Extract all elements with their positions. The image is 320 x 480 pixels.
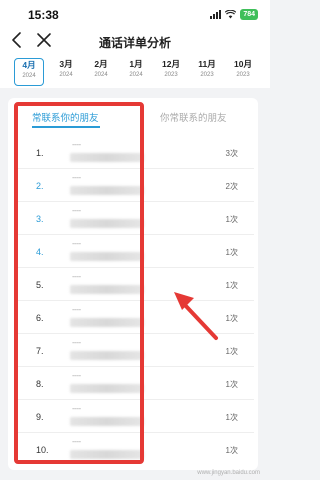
month-label: 3月 [59,59,73,69]
month-tab-2024-02[interactable]: 2月 2024 [86,58,116,86]
month-label: 12月 [162,59,180,69]
call-count: 1次 [225,413,238,422]
month-label: 11月 [198,59,216,69]
month-label: 10月 [234,59,252,69]
month-selector: 4月 2024 3月 2024 2月 2024 1月 2024 12月 2023… [0,54,270,88]
page-title: 通话详单分析 [98,36,171,50]
year-label: 2023 [236,72,250,78]
year-label: 2024 [59,72,73,78]
annotation-arrow-icon [174,292,218,340]
month-tab-2023-11[interactable]: 11月 2023 [192,58,222,86]
watermark: www.jingyan.baidu.com [197,470,260,476]
month-tab-2023-12[interactable]: 12月 2023 [156,58,186,86]
year-label: 2023 [200,72,214,78]
status-icons: 784 [210,9,258,20]
year-label: 2024 [129,72,143,78]
call-count: 1次 [225,314,238,323]
wifi-icon [225,10,237,19]
annotation-highlight-box [14,102,144,464]
status-time: 15:38 [28,8,59,22]
month-label: 4月 [22,60,36,70]
year-label: 2023 [164,72,178,78]
nav-bar: 通话详单分析 [0,28,270,54]
month-tab-2023-10[interactable]: 10月 2023 [228,58,258,86]
call-count: 1次 [225,215,238,224]
call-count: 1次 [225,347,238,356]
month-tab-2024-01[interactable]: 1月 2024 [121,58,151,86]
month-label: 1月 [129,59,143,69]
year-label: 2024 [94,72,108,78]
month-tab-2024-03[interactable]: 3月 2024 [51,58,81,86]
call-count: 1次 [225,248,238,257]
call-count: 1次 [225,446,238,455]
call-count: 2次 [225,182,238,191]
year-label: 2024 [22,73,36,79]
signal-icon [210,10,222,19]
call-count: 1次 [225,281,238,290]
month-label: 2月 [94,59,108,69]
call-count: 3次 [225,149,238,158]
call-count: 1次 [225,380,238,389]
tab-frequently-called[interactable]: 你常联系的朋友 [160,110,227,124]
battery-icon: 784 [240,9,258,20]
status-bar: 15:38 784 [0,0,270,28]
month-tab-2024-04[interactable]: 4月 2024 [14,58,44,86]
